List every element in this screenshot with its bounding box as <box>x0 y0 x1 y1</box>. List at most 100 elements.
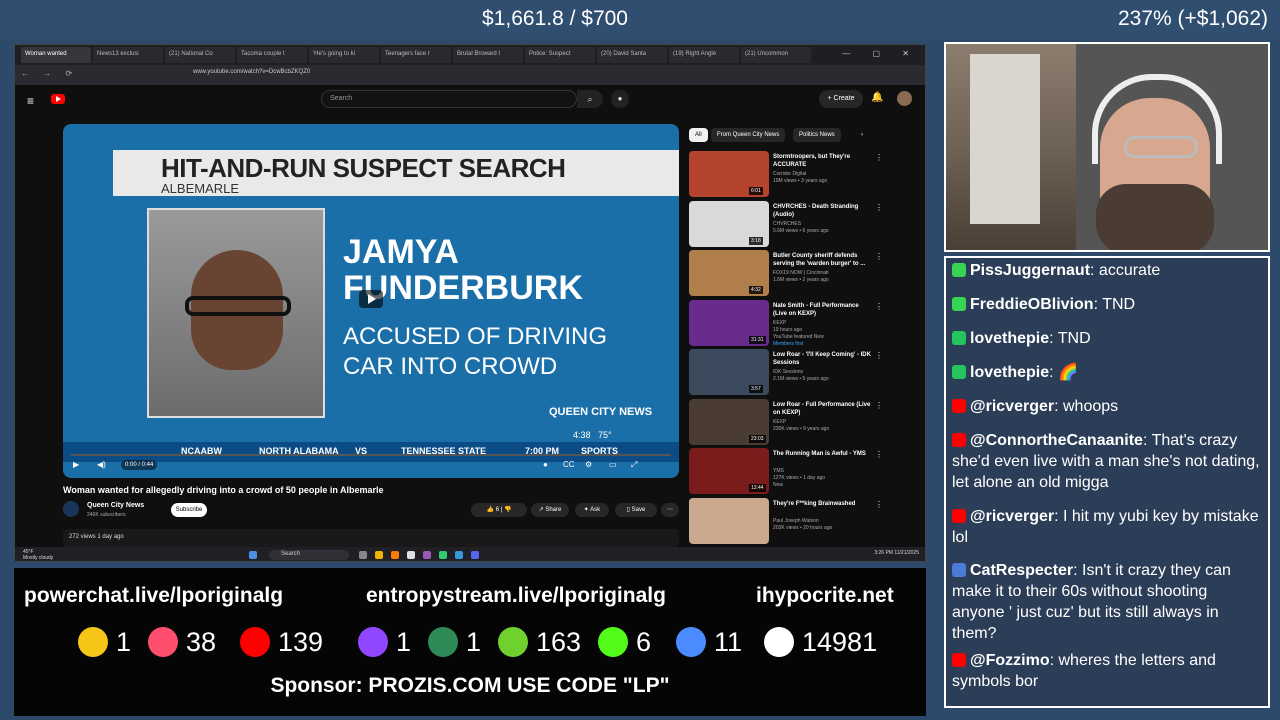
like-button[interactable]: 👍 6 | 👎 <box>471 503 527 517</box>
window-controls[interactable]: — ▢ ✕ <box>842 49 919 58</box>
browser-tab[interactable]: (21) Uncommon <box>741 47 811 63</box>
ask-button[interactable]: ✦ Ask <box>575 503 609 517</box>
start-icon[interactable] <box>249 551 257 559</box>
video-thumbnail[interactable] <box>689 497 769 544</box>
rec-title[interactable]: The Running Man is Awful - YMS <box>773 450 873 458</box>
chat-username: lovethepie <box>970 330 1050 347</box>
player-controls: ▶ ◀) 0:00 / 0:44 ● CC ⚙ ▭ ⤢ <box>63 454 679 478</box>
explorer-icon[interactable] <box>375 551 383 559</box>
channel-avatar[interactable] <box>63 501 79 517</box>
rec-title[interactable]: Stormtroopers, but They're ACCURATE <box>773 153 873 169</box>
more-icon[interactable]: ⋮ <box>875 153 883 162</box>
create-button[interactable]: + Create <box>819 90 863 108</box>
rec-title[interactable]: CHVRCHES - Death Stranding (Audio) <box>773 203 873 219</box>
app-icon[interactable] <box>423 551 431 559</box>
bell-icon[interactable]: 🔔 <box>871 92 883 103</box>
search-input[interactable]: Search <box>321 90 577 108</box>
recommended-video[interactable]: They're F**king Brainwashed Paul Joseph W… <box>689 497 925 544</box>
captions-icon[interactable]: CC <box>563 460 575 469</box>
chat-message: @ricverger: I hit my yubi key by mistake… <box>952 508 1259 546</box>
taskbar-search[interactable]: Search <box>269 550 349 560</box>
browser-tab[interactable]: (20) David Santa <box>597 47 667 63</box>
settings-icon[interactable]: ⚙ <box>585 460 592 469</box>
theater-icon[interactable]: ▭ <box>609 460 617 469</box>
rec-channel[interactable]: YMS <box>773 468 873 475</box>
browser-tab[interactable]: Police: Suspect <box>525 47 595 63</box>
more-icon[interactable]: ⋯ <box>661 503 679 517</box>
firefox-icon[interactable] <box>391 551 399 559</box>
rec-channel[interactable]: KEXP <box>773 320 873 327</box>
count-value: 11 <box>714 627 743 657</box>
share-button[interactable]: ↗ Share <box>531 503 569 517</box>
mic-icon[interactable]: ● <box>611 90 629 108</box>
recommended-video[interactable]: 6:01 Stormtroopers, but They're ACCURATE C… <box>689 151 925 197</box>
progress-bar[interactable] <box>71 454 671 456</box>
discord-icon[interactable] <box>471 551 479 559</box>
more-icon[interactable]: ⋮ <box>875 351 883 360</box>
browser-tab[interactable]: Brutal Broward I <box>453 47 523 63</box>
channel-name[interactable]: Queen City News <box>87 502 144 509</box>
browser-tab[interactable]: (21) National Co <box>165 47 235 63</box>
youtube-icon <box>240 627 270 657</box>
browser-tab[interactable]: Woman wanted <box>21 47 91 63</box>
autoplay-toggle[interactable]: ● <box>543 460 548 469</box>
rec-title[interactable]: Nate Smith - Full Performance (Live on K… <box>773 302 873 318</box>
volume-icon[interactable]: ◀) <box>97 460 106 469</box>
rec-channel[interactable]: KEXP <box>773 419 873 426</box>
chrome-icon[interactable] <box>407 551 415 559</box>
weather-widget[interactable]: 45°F Mostly cloudy <box>23 549 53 561</box>
browser-tab[interactable]: 'He's going to ki <box>309 47 379 63</box>
fullscreen-icon[interactable]: ⤢ <box>631 460 637 470</box>
nav-buttons[interactable]: ← → ⟳ <box>21 69 78 78</box>
play-icon[interactable]: ▶ <box>73 460 79 469</box>
recommended-video[interactable]: 4:32 Butler County sheriff defends servin… <box>689 250 925 296</box>
platform-icon <box>952 509 966 523</box>
rec-title[interactable]: Butler County sheriff defends serving th… <box>773 252 873 268</box>
recommended-video[interactable]: 23:03 Low Roar - Full Performance (Live o… <box>689 398 925 445</box>
rec-channel[interactable]: Paul Joseph Watson <box>773 518 873 525</box>
app-icon[interactable] <box>439 551 447 559</box>
center-play-icon[interactable] <box>359 290 383 308</box>
browser-tab[interactable]: Tacoma couple t <box>237 47 307 63</box>
more-icon[interactable]: ⋮ <box>875 401 883 410</box>
more-icon[interactable]: ⋮ <box>875 203 883 212</box>
chip-all[interactable]: All <box>689 128 708 142</box>
rec-channel[interactable]: CHVRCHES <box>773 221 873 228</box>
rec-meta: 5.6M views • 6 years ago <box>773 227 829 234</box>
browser-tab[interactable]: News13 exclusi <box>93 47 163 63</box>
chip-from-channel[interactable]: From Queen City News <box>711 128 786 142</box>
more-icon[interactable]: ⋮ <box>875 500 883 509</box>
rec-title[interactable]: They're F**king Brainwashed <box>773 500 873 508</box>
rec-title[interactable]: Low Roar - Full Performance (Live on KEX… <box>773 401 873 417</box>
app-icon[interactable] <box>455 551 463 559</box>
browser-tab[interactable]: (19) Right Angle <box>669 47 739 63</box>
description-box[interactable]: 272 views 1 day ago <box>63 529 679 547</box>
taskbar: 45°F Mostly cloudy Search 3:26 PM 11/21/2… <box>15 547 925 561</box>
recommended-video[interactable]: 31:31 Nate Smith - Full Performance (Live… <box>689 299 925 347</box>
chevron-right-icon[interactable]: › <box>857 128 867 142</box>
url-field[interactable]: www.youtube.com/watch?v=DcwBcbZKQZ0 <box>147 69 747 81</box>
save-button[interactable]: ▯ Save <box>615 503 657 517</box>
more-icon[interactable]: ⋮ <box>875 252 883 261</box>
recommended-video[interactable]: 3:57 Low Roar - 'I'll Keep Coming' - IDK … <box>689 349 925 395</box>
rec-channel[interactable]: IDK Sessions <box>773 369 873 376</box>
more-icon[interactable]: ⋮ <box>875 450 883 459</box>
banner-subtitle: ALBEMARLE <box>161 181 240 196</box>
rec-channel[interactable]: FOX19 NOW | Cincinnati <box>773 270 873 277</box>
search-icon[interactable]: ⌕ <box>577 90 603 108</box>
rec-channel[interactable]: Corridor Digital <box>773 171 873 178</box>
recommended-video[interactable]: 3:18 CHVRCHES - Death Stranding (Audio) CH… <box>689 200 925 247</box>
pinwheel-icon <box>148 627 178 657</box>
taskview-icon[interactable] <box>359 551 367 559</box>
video-player[interactable]: HIT-AND-RUN SUSPECT SEARCH ALBEMARLE JAM… <box>63 124 679 478</box>
hamburger-icon[interactable]: ≡ <box>27 94 34 108</box>
rec-title[interactable]: Low Roar - 'I'll Keep Coming' - IDK Sess… <box>773 351 873 367</box>
recommended-video[interactable]: 13:44 The Running Man is Awful - YMS YMS 12… <box>689 448 925 494</box>
chip-politics[interactable]: Politics News <box>793 128 841 142</box>
subscribe-button[interactable]: Subscribe <box>171 503 207 517</box>
youtube-logo[interactable] <box>51 92 89 106</box>
browser-tab[interactable]: Teenagers face r <box>381 47 451 63</box>
more-icon[interactable]: ⋮ <box>875 302 883 311</box>
duration-badge: 13:44 <box>749 484 766 492</box>
avatar[interactable] <box>897 91 912 106</box>
